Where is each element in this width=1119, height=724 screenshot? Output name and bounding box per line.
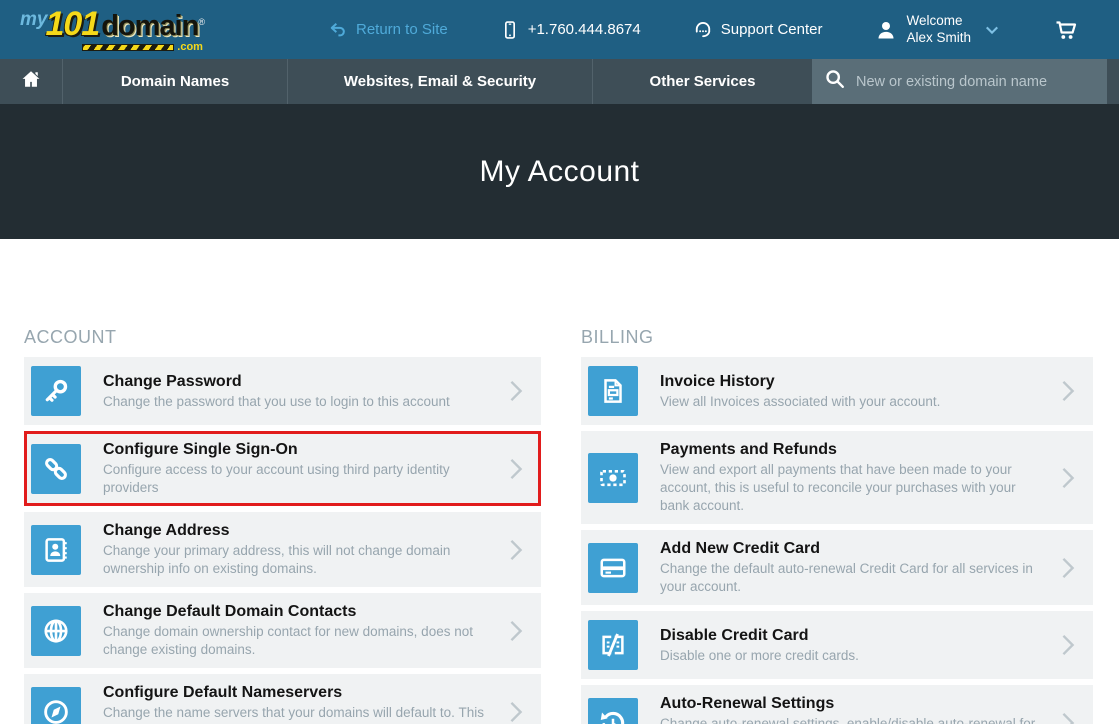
credit-card-icon xyxy=(588,543,638,593)
disabled-card-icon xyxy=(588,620,638,670)
page-title: My Account xyxy=(479,155,639,189)
main-nav: Domain Names Websites, Email & Security … xyxy=(0,59,1119,104)
globe-icon xyxy=(31,606,81,656)
account-menu[interactable]: Welcome Alex Smith xyxy=(874,13,1001,47)
list-item[interactable]: Invoice History View all Invoices associ… xyxy=(581,357,1093,425)
list-item-description: Change your primary address, this will n… xyxy=(103,542,493,578)
list-item-title: Payments and Refunds xyxy=(660,440,1045,460)
billing-column: BILLING Invoice History View all Invoice… xyxy=(581,327,1093,724)
list-item-title: Change Default Domain Contacts xyxy=(103,602,493,622)
cart-icon[interactable] xyxy=(1053,18,1079,42)
logo-prefix: my xyxy=(20,10,47,29)
logo-stripe xyxy=(82,44,174,51)
renewal-icon xyxy=(588,698,638,724)
list-item-description: Configure access to your account using t… xyxy=(103,461,493,497)
nav-item-other-services[interactable]: Other Services xyxy=(592,59,812,104)
chevron-right-icon xyxy=(1057,378,1079,404)
list-item[interactable]: Payments and Refunds View and export all… xyxy=(581,431,1093,524)
site-logo[interactable]: my 101 domain ® .com xyxy=(16,7,205,53)
logo-tld: .com xyxy=(177,42,203,53)
logo-name: domain xyxy=(101,12,198,41)
list-item-description: View all Invoices associated with your a… xyxy=(660,393,1045,411)
list-item[interactable]: Configure Single Sign-On Configure acces… xyxy=(24,431,541,506)
chevron-right-icon xyxy=(505,618,527,644)
home-icon xyxy=(20,68,42,95)
phone-icon xyxy=(500,20,520,40)
list-item[interactable]: Change Password Change the password that… xyxy=(24,357,541,425)
banknote-icon xyxy=(588,453,638,503)
user-name: Alex Smith xyxy=(906,30,971,45)
list-item-description: Disable one or more credit cards. xyxy=(660,647,1045,665)
chevron-right-icon xyxy=(1057,555,1079,581)
phone-number: +1.760.444.8674 xyxy=(528,21,641,38)
chevron-right-icon xyxy=(1057,632,1079,658)
list-item[interactable]: Change Address Change your primary addre… xyxy=(24,512,541,587)
list-item-description: Change the name servers that your domain… xyxy=(103,704,493,724)
support-center-link[interactable]: Support Center xyxy=(693,20,823,40)
section-title-account: ACCOUNT xyxy=(24,327,541,348)
list-item-title: Disable Credit Card xyxy=(660,626,1045,646)
list-item[interactable]: Disable Credit Card Disable one or more … xyxy=(581,611,1093,679)
return-to-site-link[interactable]: Return to Site xyxy=(328,20,448,40)
list-item-title: Add New Credit Card xyxy=(660,539,1045,559)
list-item[interactable]: Auto-Renewal Settings Change auto-renewa… xyxy=(581,685,1093,724)
key-icon xyxy=(31,366,81,416)
user-icon xyxy=(874,18,898,42)
chevron-right-icon xyxy=(505,699,527,724)
hero-banner: My Account xyxy=(0,104,1119,239)
list-item-title: Auto-Renewal Settings xyxy=(660,694,1045,714)
logo-number: 101 xyxy=(45,7,99,41)
list-item-title: Change Address xyxy=(103,521,493,541)
list-item-title: Configure Single Sign-On xyxy=(103,440,493,460)
list-item-title: Configure Default Nameservers xyxy=(103,683,493,703)
list-item-title: Change Password xyxy=(103,372,493,392)
domain-search-box xyxy=(812,59,1107,104)
return-to-site-label: Return to Site xyxy=(356,21,448,38)
list-item-description: Change the default auto-renewal Credit C… xyxy=(660,560,1045,596)
chevron-right-icon xyxy=(1057,710,1079,724)
list-item[interactable]: Add New Credit Card Change the default a… xyxy=(581,530,1093,605)
search-icon xyxy=(824,68,846,95)
nav-item-websites-email-security[interactable]: Websites, Email & Security xyxy=(287,59,592,104)
support-center-label: Support Center xyxy=(721,21,823,38)
section-title-billing: BILLING xyxy=(581,327,1093,348)
chevron-right-icon xyxy=(1057,465,1079,491)
link-icon xyxy=(31,444,81,494)
list-item-description: Change auto-renewal settings, enable/dis… xyxy=(660,715,1045,724)
top-header: my 101 domain ® .com Return to Site xyxy=(0,0,1119,59)
page: my 101 domain ® .com Return to Site xyxy=(0,0,1119,724)
list-item-title: Invoice History xyxy=(660,372,1045,392)
nav-item-domain-names[interactable]: Domain Names xyxy=(62,59,287,104)
account-column: ACCOUNT Change Password Change the passw… xyxy=(24,327,541,724)
compass-icon xyxy=(31,687,81,724)
chevron-right-icon xyxy=(505,537,527,563)
list-item[interactable]: Change Default Domain Contacts Change do… xyxy=(24,593,541,668)
nav-home-button[interactable] xyxy=(0,59,62,104)
chevron-right-icon xyxy=(505,456,527,482)
list-item[interactable]: Configure Default Nameservers Change the… xyxy=(24,674,541,724)
account-sections: ACCOUNT Change Password Change the passw… xyxy=(0,239,1119,724)
invoice-icon xyxy=(588,366,638,416)
header-actions: Return to Site +1.760.444.8674 Support C… xyxy=(328,13,1079,47)
domain-search-input[interactable] xyxy=(856,74,1095,90)
chevron-right-icon xyxy=(505,378,527,404)
chevron-down-icon xyxy=(983,21,1001,39)
list-item-description: View and export all payments that have b… xyxy=(660,461,1045,515)
welcome-label: Welcome xyxy=(906,13,962,28)
logo-registered-mark: ® xyxy=(198,18,205,27)
address-book-icon xyxy=(31,525,81,575)
list-item-description: Change the password that you use to logi… xyxy=(103,393,493,411)
list-item-description: Change domain ownership contact for new … xyxy=(103,623,493,659)
return-arrow-icon xyxy=(328,20,348,40)
headset-icon xyxy=(693,20,713,40)
phone-link[interactable]: +1.760.444.8674 xyxy=(500,20,641,40)
